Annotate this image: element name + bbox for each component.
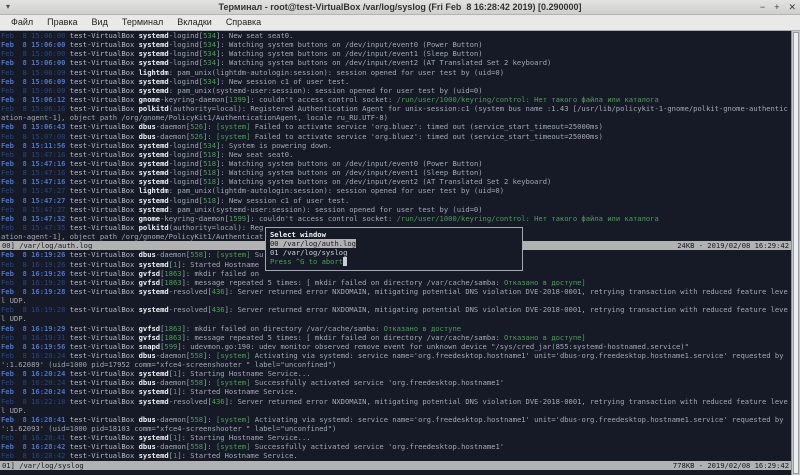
log-line: ':1.62093' (uid=1000 pid=18103 comm="xfc… — [0, 424, 791, 433]
log-line: Feb 8 15:06:16 test-VirtualBox polkitd(a… — [0, 104, 791, 113]
log-line: Feb 8 15:47:16 test-VirtualBox systemd-l… — [0, 168, 791, 177]
scrollbar-thumb[interactable] — [793, 32, 799, 474]
menu-item-tabs[interactable]: Вкладки — [170, 15, 219, 30]
text-cursor — [343, 257, 347, 266]
log-line: Feb 8 15:47:27 test-VirtualBox lightdm: … — [0, 186, 791, 195]
log-line: Feb 8 15:47:32 test-VirtualBox gnome-key… — [0, 214, 791, 223]
window-title: Терминал - root@test-VirtualBox /var/log… — [0, 0, 800, 14]
log-line: Feb 8 15:47:16 test-VirtualBox systemd-l… — [0, 159, 791, 168]
log-line: Feb 8 15:47:27 test-VirtualBox systemd-l… — [0, 196, 791, 205]
log-line: Feb 8 15:47:16 test-VirtualBox systemd-l… — [0, 177, 791, 186]
log-line: Feb 8 16:19:28 test-VirtualBox systemd-r… — [0, 287, 791, 296]
menu-item-view[interactable]: Вид — [85, 15, 115, 30]
log-line: Feb 8 15:06:00 test-VirtualBox systemd-l… — [0, 49, 791, 58]
log-window-0: Feb 8 15:06:00 test-VirtualBox systemd-l… — [0, 31, 791, 250]
log-line: Feb 8 15:07:08 test-VirtualBox dbus-daem… — [0, 132, 791, 141]
popup-hint-text: Press ^G to abort — [270, 257, 343, 266]
log-line: l UDP. — [0, 406, 791, 415]
log-line: Feb 8 16:20:24 test-VirtualBox systemd[1… — [0, 369, 791, 378]
terminal-window: ▾ Терминал - root@test-VirtualBox /var/l… — [0, 0, 800, 475]
log-line: Feb 8 15:06:09 test-VirtualBox systemd-l… — [0, 77, 791, 86]
log-line: Feb 8 15:06:00 test-VirtualBox systemd-l… — [0, 31, 791, 40]
log-line: ation-agent-1], object path /org/gnome/P… — [0, 113, 791, 122]
menubar: Файл Правка Вид Терминал Вкладки Справка — [0, 15, 800, 31]
log-line: ':1.62089' (uid=1000 pid=17952 comm="xfc… — [0, 360, 791, 369]
menu-item-help[interactable]: Справка — [219, 15, 268, 30]
scrollbar[interactable] — [791, 31, 800, 475]
menu-item-file[interactable]: Файл — [4, 15, 40, 30]
status-bar-1: 01] /var/log/syslog778KB - 2019/02/08 16… — [0, 461, 791, 470]
log-line: Feb 8 16:20:24 test-VirtualBox dbus-daem… — [0, 378, 791, 387]
close-button[interactable]: ✕ — [788, 0, 796, 14]
log-line: Feb 8 16:19:28 test-VirtualBox gvfsd[186… — [0, 278, 791, 287]
popup-item-label: 01 /var/log/syslog — [270, 248, 347, 257]
log-line: Feb 8 15:06:09 test-VirtualBox systemd: … — [0, 86, 791, 95]
menu-item-terminal[interactable]: Терминал — [115, 15, 170, 30]
titlebar[interactable]: ▾ Терминал - root@test-VirtualBox /var/l… — [0, 0, 800, 15]
terminal[interactable]: Feb 8 15:06:00 test-VirtualBox systemd-l… — [0, 31, 800, 475]
minimize-button[interactable]: − — [760, 0, 765, 14]
popup-item-label: 00 /var/log/auth.log — [270, 239, 356, 248]
log-line: Feb 8 16:28:41 test-VirtualBox systemd[1… — [0, 433, 791, 442]
log-line: Feb 8 15:47:16 test-VirtualBox systemd-l… — [0, 150, 791, 159]
popup-item-syslog[interactable]: 01 /var/log/syslog — [266, 248, 522, 257]
log-line: Feb 8 15:11:56 test-VirtualBox systemd-l… — [0, 141, 791, 150]
log-line: Feb 8 16:19:28 test-VirtualBox systemd-r… — [0, 305, 791, 314]
log-line: Feb 8 16:20:24 test-VirtualBox systemd[1… — [0, 387, 791, 396]
log-line: Feb 8 15:06:00 test-VirtualBox systemd-l… — [0, 58, 791, 67]
popup-title: Select window — [266, 230, 522, 239]
log-line: Feb 8 16:20:24 test-VirtualBox dbus-daem… — [0, 351, 791, 360]
log-line: Feb 8 15:06:00 test-VirtualBox systemd-l… — [0, 40, 791, 49]
menu-item-edit[interactable]: Правка — [40, 15, 84, 30]
log-line: l UDP. — [0, 314, 791, 323]
log-line: Feb 8 16:28:42 test-VirtualBox systemd[1… — [0, 451, 791, 460]
log-window-1: Feb 8 16:19:26 test-VirtualBox dbus-daem… — [0, 250, 791, 469]
log-line: l UDP. — [0, 296, 791, 305]
log-line: Feb 8 15:06:43 test-VirtualBox dbus-daem… — [0, 122, 791, 131]
log-line: Feb 8 16:28:42 test-VirtualBox dbus-daem… — [0, 442, 791, 451]
log-line: Feb 8 16:19:29 test-VirtualBox gvfsd[186… — [0, 324, 791, 333]
maximize-button[interactable]: + — [774, 0, 779, 14]
select-window-popup: Select window 00 /var/log/auth.log 01 /v… — [265, 227, 523, 271]
log-line: Feb 8 16:19:56 test-VirtualBox snapd[599… — [0, 342, 791, 351]
log-line: Feb 8 16:28:41 test-VirtualBox dbus-daem… — [0, 415, 791, 424]
log-line: Feb 8 15:06:09 test-VirtualBox lightdm: … — [0, 68, 791, 77]
log-line: Feb 8 16:19:31 test-VirtualBox gvfsd[186… — [0, 333, 791, 342]
popup-item-auth-log[interactable]: 00 /var/log/auth.log — [266, 239, 522, 248]
log-line: Feb 8 15:47:27 test-VirtualBox systemd: … — [0, 205, 791, 214]
log-line: Feb 8 15:06:12 test-VirtualBox gnome-key… — [0, 95, 791, 104]
log-line: Feb 8 16:22:18 test-VirtualBox systemd-r… — [0, 397, 791, 406]
popup-hint: Press ^G to abort — [266, 257, 522, 266]
